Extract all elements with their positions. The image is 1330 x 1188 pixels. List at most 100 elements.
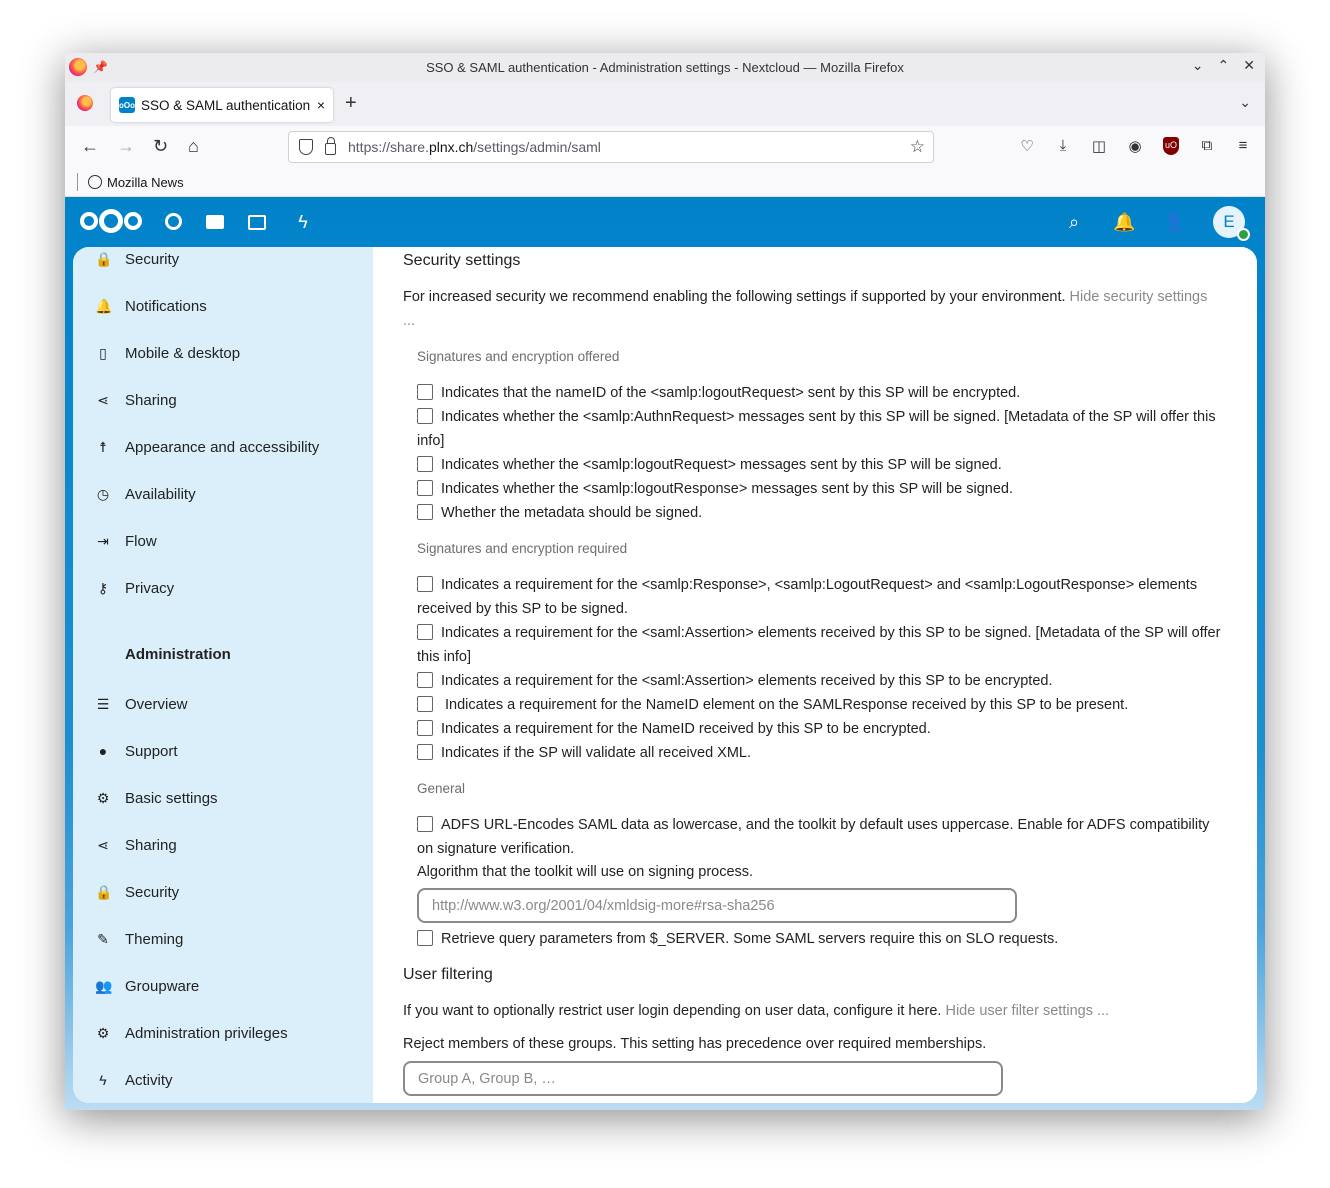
search-icon[interactable]: ⌕ [1063,212,1085,233]
required-heading: Signatures and encryption required [417,541,628,556]
required-option[interactable]: Indicates a requirement for the <saml:As… [417,621,1227,669]
back-icon[interactable]: ← [81,136,99,157]
activity-lightning-icon[interactable]: ϟ [290,210,316,234]
pocket-icon[interactable]: ♡ [1019,137,1035,155]
list-tabs-icon[interactable]: ⌄ [1239,94,1251,111]
brush-icon: ✎ [97,931,109,947]
bookmark-star-icon[interactable]: ☆ [910,137,925,157]
close-window-icon[interactable]: ✕ [1243,57,1255,74]
sidebar-item-groupware[interactable]: 👥 Groupware [73,966,373,1006]
offered-option[interactable]: Indicates that the nameID of the <samlp:… [417,381,1227,405]
security-settings-description: For increased security we recommend enab… [403,289,1208,329]
adfs-option[interactable]: ADFS URL-Encodes SAML data as lowercase,… [417,813,1227,861]
retrieve-option[interactable]: Retrieve query parameters from $_SERVER.… [417,927,1227,951]
required-option[interactable]: Indicates a requirement for the NameID r… [417,717,1227,741]
key-icon: ⚷ [97,580,109,596]
sidebar-icon[interactable]: ◫ [1091,137,1107,155]
files-icon[interactable] [206,215,224,229]
nextcloud-logo[interactable] [80,209,142,233]
nextcloud-body: 🔒 Security 🔔 Notifications ▯ Mobile & deskt… [73,247,1257,1103]
tab-title: SSO & SAML authentication [141,97,311,113]
sidebar-item-availability[interactable]: ◷ Availability [73,474,373,514]
checkbox[interactable] [417,408,433,424]
dashboard-icon[interactable] [165,213,182,230]
status-online-icon [1237,228,1250,241]
lock-icon: 🔒 [95,251,113,267]
tab-close-icon[interactable]: × [317,97,325,113]
offered-option[interactable]: Whether the metadata should be signed. [417,501,1227,525]
required-option[interactable]: Indicates a requirement for the <samlp:R… [417,573,1227,621]
sidebar-item-activity[interactable]: ϟ Activity [73,1060,373,1100]
sidebar-item-appearance[interactable]: ☨ Appearance and accessibility [73,427,373,467]
checkbox[interactable] [417,624,433,640]
flow-icon: ⇥ [97,533,109,549]
avatar[interactable]: E [1213,206,1250,241]
lock-icon[interactable] [325,137,336,155]
checkbox[interactable] [417,930,433,946]
home-icon[interactable]: ⌂ [188,136,199,157]
sidebar-item-sharing-personal[interactable]: ⋖ Sharing [73,380,373,420]
checkbox[interactable] [417,672,433,688]
url-bar[interactable]: https://share.plnx.ch/settings/admin/sam… [288,131,934,163]
notifications-bell-icon[interactable]: 🔔 [1113,212,1135,233]
checkbox[interactable] [417,504,433,520]
clock-icon: ◷ [96,486,110,502]
extension-privacy-icon[interactable]: ◉ [1127,137,1143,155]
sidebar-item-privacy[interactable]: ⚷ Privacy [73,568,373,608]
new-tab-button[interactable]: + [345,92,357,115]
cog-user-icon: ⚙ [96,1025,110,1041]
offered-option[interactable]: Indicates whether the <samlp:logoutReque… [417,453,1227,477]
photos-icon[interactable] [248,215,266,230]
sidebar-item-basic-settings[interactable]: ⚙ Basic settings [73,778,373,818]
extensions-icon[interactable]: ⧉ [1199,137,1215,155]
algorithm-input[interactable]: http://www.w3.org/2001/04/xmldsig-more#r… [417,888,1017,923]
user-filtering-title: User filtering [403,966,493,983]
url-text[interactable]: https://share.plnx.ch/settings/admin/sam… [348,139,910,155]
forward-icon[interactable]: → [117,136,135,157]
checkbox[interactable] [417,744,433,760]
required-option[interactable]: Indicates a requirement for the NameID e… [417,693,1227,717]
checkbox[interactable] [417,696,433,712]
checkbox[interactable] [417,480,433,496]
checkbox[interactable] [417,384,433,400]
tracking-protection-icon[interactable] [299,139,313,155]
minimize-icon[interactable]: ⌄ [1192,57,1204,74]
sidebar-item-overview[interactable]: ☰ Overview [73,684,373,724]
checkbox[interactable] [417,576,433,592]
lightning-icon: ϟ [99,1072,107,1088]
checkbox[interactable] [417,816,433,832]
tab-saml[interactable]: oOo SSO & SAML authentication × [111,88,333,122]
sidebar-item-sharing-admin[interactable]: ⋖ Sharing [73,825,373,865]
sidebar-item-support[interactable]: ● Support [73,731,373,771]
contacts-icon[interactable]: 👤 [1163,212,1185,233]
sidebar-item-security-personal[interactable]: 🔒 Security [73,247,373,279]
settings-content: Security settings For increased security… [373,247,1257,1103]
bell-icon: 🔔 [95,298,113,314]
offered-option[interactable]: Indicates whether the <samlp:AuthnReques… [417,405,1227,453]
list-icon: ☰ [96,696,110,712]
sidebar-item-mobile-desktop[interactable]: ▯ Mobile & desktop [73,333,373,373]
required-option[interactable]: Indicates if the SP will validate all re… [417,741,1227,765]
menu-icon[interactable]: ≡ [1235,137,1251,155]
reload-icon[interactable]: ↻ [153,136,168,157]
checkbox[interactable] [417,720,433,736]
firefox-view-icon[interactable] [77,95,93,111]
navigation-bar: ← → ↻ ⌂ https://share.plnx.ch/settings/a… [65,126,1265,168]
bookmark-mozilla-news[interactable]: Mozilla News [107,175,184,190]
accessibility-icon: ☨ [99,439,107,455]
maximize-icon[interactable]: ⌃ [1218,57,1230,74]
pin-icon[interactable]: 📌 [93,60,108,74]
ublock-icon[interactable]: uO [1163,137,1179,155]
checkbox[interactable] [417,456,433,472]
sidebar-item-security-admin[interactable]: 🔒 Security [73,872,373,912]
sidebar-item-theming[interactable]: ✎ Theming [73,919,373,959]
sidebar-item-admin-privileges[interactable]: ⚙ Administration privileges [73,1013,373,1053]
hide-user-filter-link[interactable]: Hide user filter settings ... [945,1003,1109,1019]
sidebar-item-flow[interactable]: ⇥ Flow [73,521,373,561]
required-option[interactable]: Indicates a requirement for the <saml:As… [417,669,1227,693]
phone-icon: ▯ [99,345,107,361]
offered-option[interactable]: Indicates whether the <samlp:logoutRespo… [417,477,1227,501]
sidebar-item-notifications[interactable]: 🔔 Notifications [73,286,373,326]
download-icon[interactable]: ⤓ [1055,137,1071,155]
reject-groups-input[interactable]: Group A, Group B, … [403,1061,1003,1096]
